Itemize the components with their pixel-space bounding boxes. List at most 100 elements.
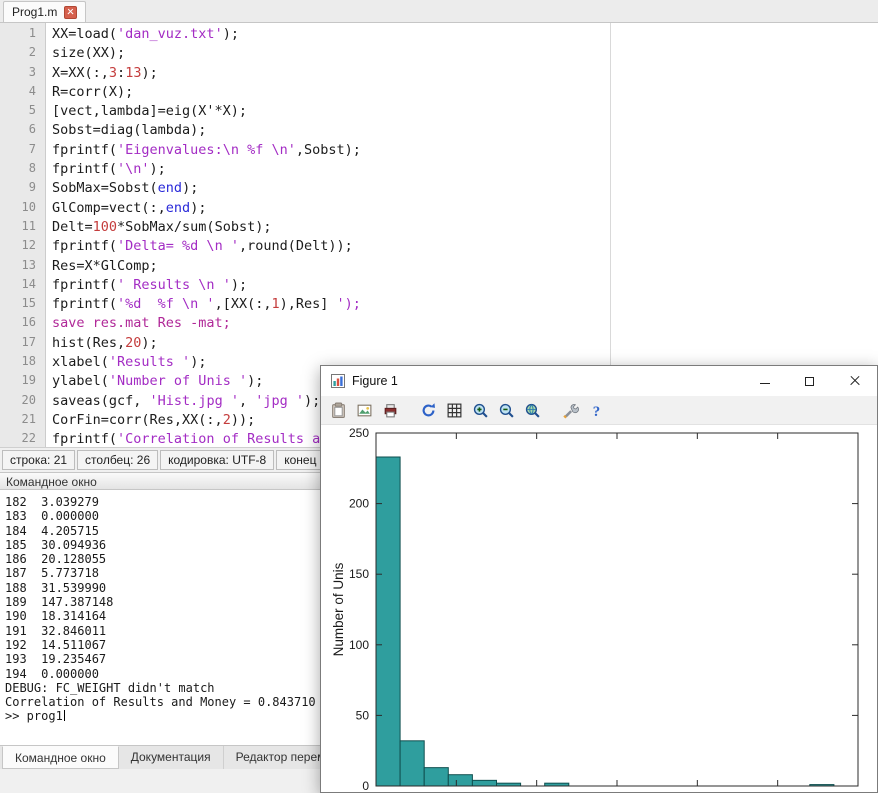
command-window-title: Командное окно [6, 475, 97, 489]
line-number[interactable]: 22 [0, 431, 45, 447]
code-token: 'Eigenvalues:\n %f \n' [117, 142, 296, 158]
refresh-icon[interactable] [418, 399, 440, 421]
code-line[interactable]: R=corr(X); [52, 84, 878, 103]
line-number[interactable]: 7 [0, 142, 45, 161]
code-token: ),Res] [280, 296, 337, 312]
code-line[interactable]: save res.mat Res -mat; [52, 315, 878, 334]
maximize-button[interactable] [787, 366, 832, 396]
code-line[interactable]: fprintf('\n'); [52, 161, 878, 180]
code-token: ' Results \n ' [117, 277, 231, 293]
histogram-bar [400, 741, 424, 786]
line-number[interactable]: 16 [0, 315, 45, 334]
toolbar-separator [548, 410, 556, 411]
code-token: 'Hist.jpg ' [150, 393, 239, 409]
code-token: 20 [125, 335, 141, 351]
code-token: 13 [125, 65, 141, 81]
figure-window: Figure 1 ? 050100150200250Number of Unis [320, 365, 878, 793]
code-token: ); [182, 180, 198, 196]
y-tick-label: 200 [349, 497, 369, 511]
code-token: 2 [223, 412, 231, 428]
tools-icon[interactable] [560, 399, 582, 421]
line-number[interactable]: 3 [0, 65, 45, 84]
bottom-tab-documentation[interactable]: Документация [119, 746, 224, 769]
line-number[interactable]: 14 [0, 277, 45, 296]
line-number[interactable]: 10 [0, 200, 45, 219]
code-token: 'Results ' [109, 354, 190, 370]
code-line[interactable]: [vect,lambda]=eig(X'*X); [52, 103, 878, 122]
editor-tab-prog1[interactable]: Prog1.m [3, 1, 86, 22]
code-token: ,[XX(:, [215, 296, 272, 312]
line-number[interactable]: 13 [0, 258, 45, 277]
code-token: SobMax=Sobst( [52, 180, 158, 196]
line-number[interactable]: 17 [0, 335, 45, 354]
line-number[interactable]: 19 [0, 373, 45, 392]
code-token: fprintf( [52, 277, 117, 293]
y-tick-label: 250 [349, 426, 369, 440]
bottom-tab-command-window[interactable]: Командное окно [2, 746, 119, 769]
line-number[interactable]: 9 [0, 180, 45, 199]
help-icon[interactable]: ? [586, 399, 608, 421]
minimize-button[interactable] [742, 366, 787, 396]
line-number[interactable]: 12 [0, 238, 45, 257]
line-number[interactable]: 2 [0, 45, 45, 64]
figure-plot-area: 050100150200250Number of Unis [321, 425, 877, 792]
zoom-in-icon[interactable] [470, 399, 492, 421]
line-number[interactable]: 8 [0, 161, 45, 180]
line-number[interactable]: 1 [0, 26, 45, 45]
code-token: 'jpg ' [255, 393, 304, 409]
code-line[interactable]: GlComp=vect(:,end); [52, 200, 878, 219]
code-line[interactable]: SobMax=Sobst(end); [52, 180, 878, 199]
zoom-out-icon[interactable] [496, 399, 518, 421]
line-number[interactable]: 21 [0, 412, 45, 431]
code-line[interactable]: size(XX); [52, 45, 878, 64]
figure-window-title: Figure 1 [352, 374, 742, 388]
code-line[interactable]: Sobst=diag(lambda); [52, 122, 878, 141]
code-token: : [117, 65, 125, 81]
line-number[interactable]: 6 [0, 122, 45, 141]
line-number[interactable]: 20 [0, 393, 45, 412]
close-button[interactable] [832, 366, 877, 396]
y-tick-label: 50 [356, 708, 370, 722]
code-line[interactable]: X=XX(:,3:13); [52, 65, 878, 84]
statusbar-cell: столбец: 26 [77, 450, 158, 470]
code-token: fprintf( [52, 142, 117, 158]
histogram-bar [376, 457, 400, 786]
editor-tab-label: Prog1.m [12, 5, 57, 19]
line-number[interactable]: 5 [0, 103, 45, 122]
editor-gutter[interactable]: 12345678910111213141516171819202122 [0, 23, 46, 447]
code-line[interactable]: fprintf('Delta= %d \n ',round(Delt)); [52, 238, 878, 257]
clipboard-icon[interactable] [328, 399, 350, 421]
code-line[interactable]: hist(Res,20); [52, 335, 878, 354]
code-token: hist(Res, [52, 335, 125, 351]
code-token: ); [247, 373, 263, 389]
code-token: 'dan_vuz.txt' [117, 26, 223, 42]
code-token: ); [150, 161, 166, 177]
code-line[interactable]: Res=X*GlComp; [52, 258, 878, 277]
y-tick-label: 0 [362, 779, 369, 792]
code-token: 'Delta= %d \n ' [117, 238, 239, 254]
line-number[interactable]: 15 [0, 296, 45, 315]
code-line[interactable]: fprintf('%d %f \n ',[XX(:,1),Res] '); [52, 296, 878, 315]
code-token: '); [337, 296, 361, 312]
save-icon[interactable] [354, 399, 376, 421]
code-token: '%d %f \n ' [117, 296, 215, 312]
maximize-icon [805, 377, 814, 386]
close-icon [849, 375, 861, 387]
code-line[interactable]: XX=load('dan_vuz.txt'); [52, 26, 878, 45]
code-token: 'Number of Unis ' [109, 373, 247, 389]
figure-titlebar[interactable]: Figure 1 [321, 366, 877, 396]
code-token: 1 [271, 296, 279, 312]
code-line[interactable]: fprintf('Eigenvalues:\n %f \n',Sobst); [52, 142, 878, 161]
grid-icon[interactable] [444, 399, 466, 421]
y-tick-label: 150 [349, 567, 369, 581]
line-number[interactable]: 11 [0, 219, 45, 238]
code-token: fprintf( [52, 296, 117, 312]
code-line[interactable]: fprintf(' Results \n '); [52, 277, 878, 296]
line-number[interactable]: 18 [0, 354, 45, 373]
line-number[interactable]: 4 [0, 84, 45, 103]
code-line[interactable]: Delt=100*SobMax/sum(Sobst); [52, 219, 878, 238]
close-icon[interactable] [64, 6, 77, 19]
code-token: Delt= [52, 219, 93, 235]
print-icon[interactable] [380, 399, 402, 421]
zoom-reset-icon[interactable] [522, 399, 544, 421]
